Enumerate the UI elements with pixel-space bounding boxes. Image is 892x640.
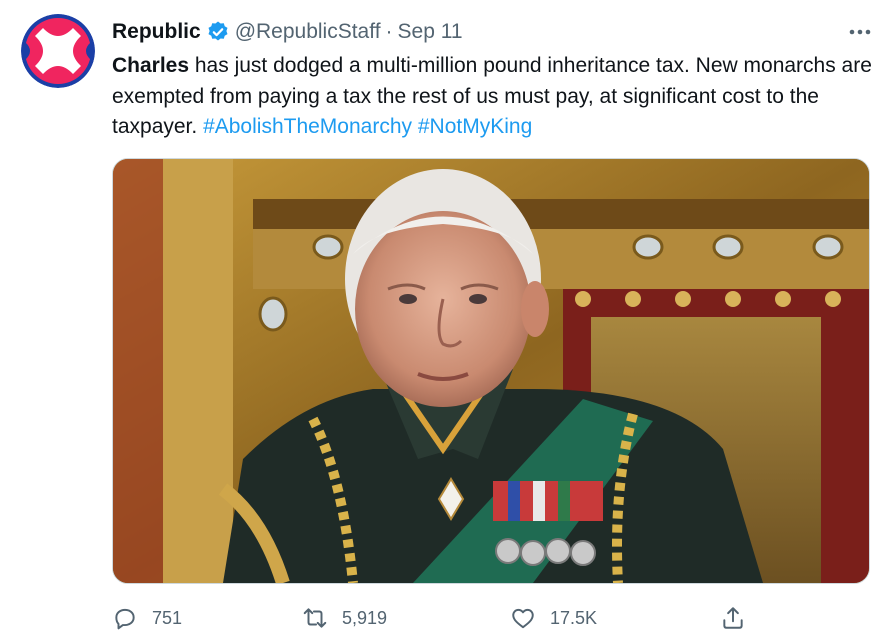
share-icon (720, 605, 746, 631)
hashtag-not-my-king[interactable]: #NotMyKing (418, 115, 532, 138)
reply-count: 751 (152, 607, 183, 628)
tweet-header: Republic @RepublicStaff · Sep 11 (112, 18, 874, 46)
hashtag-abolish-the-monarchy[interactable]: #AbolishTheMonarchy (203, 115, 412, 138)
tweet-photo (113, 159, 869, 583)
reply-button[interactable]: 751 (112, 598, 182, 638)
tweet-actions: 751 5,919 17.5K (112, 598, 872, 638)
author-name[interactable]: Republic (112, 20, 201, 44)
tweet-image[interactable] (112, 158, 870, 584)
tweet-date[interactable]: Sep 11 (398, 20, 463, 44)
avatar[interactable] (21, 14, 95, 88)
heart-icon (510, 605, 536, 631)
share-button[interactable] (720, 598, 746, 638)
republic-logo (21, 14, 95, 88)
header-separator: · (385, 20, 393, 43)
more-options-icon[interactable] (846, 18, 874, 46)
like-count: 17.5K (550, 607, 598, 628)
tweet-text: Charles has just dodged a multi-million … (112, 51, 872, 143)
author-handle[interactable]: @RepublicStaff (235, 20, 381, 44)
retweet-icon (302, 605, 328, 631)
retweet-button[interactable]: 5,919 (302, 598, 387, 638)
like-button[interactable]: 17.5K (510, 598, 597, 638)
retweet-count: 5,919 (342, 607, 388, 628)
tweet-text-bold-lead: Charles (112, 54, 190, 77)
reply-icon (112, 605, 138, 631)
verified-badge-icon (206, 20, 230, 44)
